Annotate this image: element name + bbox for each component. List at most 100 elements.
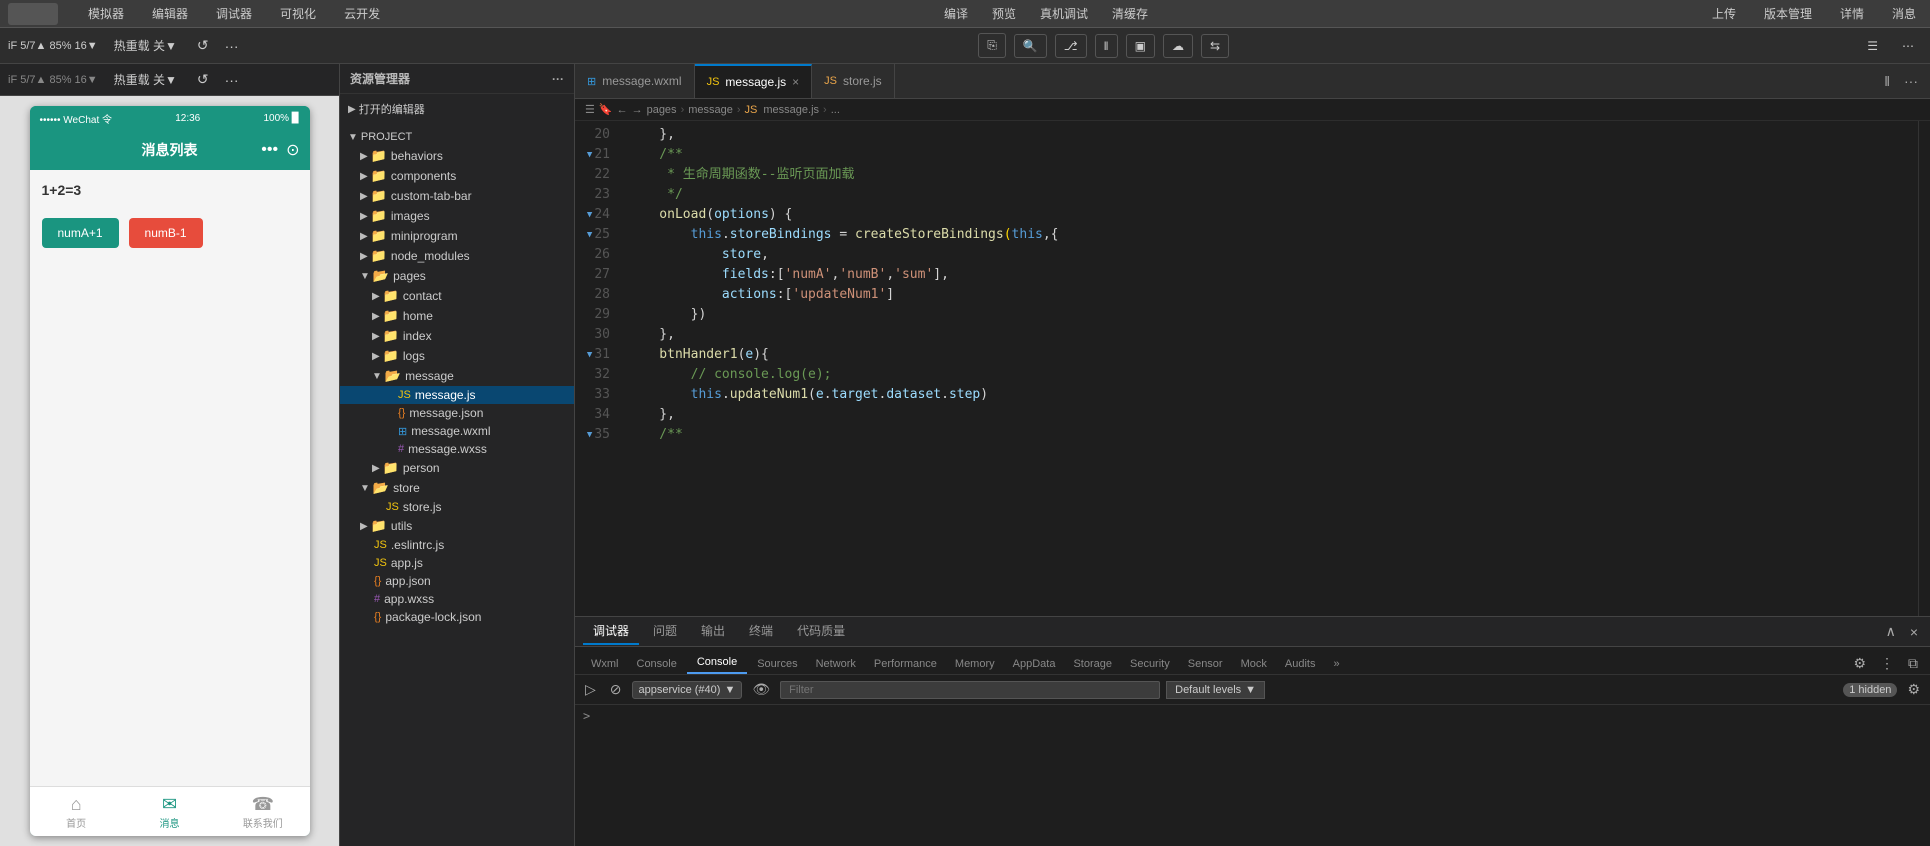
devtab-appdata[interactable]: AppData bbox=[1005, 654, 1064, 674]
devtab-memory[interactable]: Memory bbox=[947, 654, 1003, 674]
tree-scroll[interactable]: ▶ 打开的编辑器 ▼ PROJECT ▶ 📁 behaviors ▶ bbox=[340, 94, 574, 846]
tree-item-eslint[interactable]: JS .eslintrc.js bbox=[340, 536, 574, 554]
tab-terminal[interactable]: 终端 bbox=[739, 618, 783, 645]
menu-cloud[interactable]: 云开发 bbox=[338, 3, 386, 24]
btn-compile[interactable]: 编译 bbox=[938, 3, 974, 24]
devtab-audits[interactable]: Audits bbox=[1277, 654, 1324, 674]
devtools-settings-icon[interactable]: ⚙ bbox=[1849, 653, 1870, 674]
tree-item-person[interactable]: ▶ 📁 person bbox=[340, 458, 574, 478]
panel-close-btn[interactable]: × bbox=[1906, 621, 1922, 642]
btn-search[interactable]: 🔍 bbox=[1014, 34, 1047, 58]
tree-item-packagelock[interactable]: {} package-lock.json bbox=[340, 608, 574, 626]
btn-arrows[interactable]: ⇆ bbox=[1201, 34, 1229, 58]
devtab-storage[interactable]: Storage bbox=[1065, 654, 1120, 674]
tree-item-message-wxss[interactable]: # message.wxss bbox=[340, 440, 574, 458]
btn-cloud[interactable]: ☁ bbox=[1163, 34, 1193, 58]
editor-more-icon[interactable]: ··· bbox=[1900, 71, 1922, 91]
sim-nav-home[interactable]: ⌂ 首页 bbox=[30, 787, 123, 836]
btn-more-right[interactable]: ⋯ bbox=[1894, 35, 1922, 57]
tab-output[interactable]: 输出 bbox=[691, 618, 735, 645]
sim-dots-icon[interactable]: ••• bbox=[261, 141, 278, 159]
breadcrumb-forward[interactable]: → bbox=[632, 104, 643, 116]
hot-reload-btn[interactable]: 热重载 关▼ bbox=[106, 33, 185, 58]
console-filter-input[interactable] bbox=[780, 681, 1160, 699]
btn-upload[interactable]: 上传 bbox=[1706, 3, 1742, 24]
tab-js-close[interactable]: × bbox=[792, 75, 799, 89]
devtab-sensor[interactable]: Sensor bbox=[1180, 654, 1231, 674]
tree-project-header[interactable]: ▼ PROJECT bbox=[340, 128, 574, 146]
tree-item-message-json[interactable]: {} message.json bbox=[340, 404, 574, 422]
sim-btn-a[interactable]: numA+1 bbox=[42, 218, 119, 248]
devtab-console[interactable]: Console bbox=[629, 654, 685, 674]
btn-messages[interactable]: 消息 bbox=[1886, 3, 1922, 24]
tree-item-appwxss[interactable]: # app.wxss bbox=[340, 590, 574, 608]
devtab-console-active[interactable]: Console bbox=[687, 652, 747, 674]
tree-item-message-wxml[interactable]: ⊞ message.wxml bbox=[340, 422, 574, 440]
btn-layout[interactable]: ▣ bbox=[1126, 34, 1155, 58]
tree-item-logs[interactable]: ▶ 📁 logs bbox=[340, 346, 574, 366]
tree-item-appjson[interactable]: {} app.json bbox=[340, 572, 574, 590]
sim-btn-b[interactable]: numB-1 bbox=[129, 218, 203, 248]
tab-issues[interactable]: 问题 bbox=[643, 618, 687, 645]
menu-editor[interactable]: 编辑器 bbox=[146, 3, 194, 24]
devtools-more-icon[interactable]: ⋮ bbox=[1876, 653, 1898, 674]
btn-new-file[interactable]: ⎘ bbox=[978, 33, 1006, 58]
tree-open-header[interactable]: ▶ 打开的编辑器 bbox=[340, 98, 574, 120]
tree-item-nodemodules[interactable]: ▶ 📁 node_modules bbox=[340, 246, 574, 266]
panel-collapse-btn[interactable]: ∧ bbox=[1882, 621, 1900, 642]
breadcrumb-back[interactable]: ← bbox=[617, 104, 628, 116]
devtab-network[interactable]: Network bbox=[808, 654, 864, 674]
code-content[interactable]: }, /** * 生命周期函数--监听页面加载 */ onLoad(option… bbox=[620, 121, 1918, 616]
tree-item-message-folder[interactable]: ▼ 📂 message bbox=[340, 366, 574, 386]
btn-details[interactable]: 详情 bbox=[1834, 3, 1870, 24]
tab-message-js[interactable]: JS message.js × bbox=[695, 64, 813, 98]
devtab-more[interactable]: » bbox=[1325, 654, 1347, 674]
tree-item-appjs[interactable]: JS app.js bbox=[340, 554, 574, 572]
devtab-security[interactable]: Security bbox=[1122, 654, 1178, 674]
sim-nav-contact[interactable]: ☎ 联系我们 bbox=[216, 787, 309, 836]
btn-clear-cache[interactable]: 清缓存 bbox=[1106, 3, 1154, 24]
menu-simulator[interactable]: 模拟器 bbox=[82, 3, 130, 24]
sim-more-icon[interactable]: ··· bbox=[221, 68, 243, 92]
menu-debugger[interactable]: 调试器 bbox=[210, 3, 258, 24]
tree-item-utils[interactable]: ▶ 📁 utils bbox=[340, 516, 574, 536]
devtab-mock[interactable]: Mock bbox=[1233, 654, 1275, 674]
btn-device-debug[interactable]: 真机调试 bbox=[1034, 3, 1094, 24]
tree-item-store-js[interactable]: JS store.js bbox=[340, 498, 574, 516]
tree-item-store-folder[interactable]: ▼ 📂 store bbox=[340, 478, 574, 498]
tree-item-images[interactable]: ▶ 📁 images bbox=[340, 206, 574, 226]
editor-split-icon[interactable]: ‖ bbox=[1880, 71, 1894, 91]
devtools-expand-icon[interactable]: ⧉ bbox=[1904, 653, 1922, 674]
devtab-wxml[interactable]: Wxml bbox=[583, 654, 627, 674]
devtab-performance[interactable]: Performance bbox=[866, 654, 945, 674]
tree-item-miniprogram[interactable]: ▶ 📁 miniprogram bbox=[340, 226, 574, 246]
console-eye-icon[interactable]: 👁 bbox=[748, 679, 774, 700]
console-exec-icon[interactable]: ▷ bbox=[581, 679, 600, 700]
btn-panel-toggle[interactable]: ☰ bbox=[1859, 35, 1886, 57]
tree-item-home[interactable]: ▶ 📁 home bbox=[340, 306, 574, 326]
sim-record-icon[interactable]: ⊙ bbox=[286, 140, 299, 160]
tree-item-behaviors[interactable]: ▶ 📁 behaviors bbox=[340, 146, 574, 166]
tree-item-message-js[interactable]: JS message.js bbox=[340, 386, 574, 404]
tab-code-quality[interactable]: 代码质量 bbox=[787, 618, 855, 645]
sim-hot-reload-btn[interactable]: 热重载 关▼ bbox=[106, 67, 185, 92]
log-levels-btn[interactable]: Default levels ▼ bbox=[1166, 681, 1265, 699]
context-selector[interactable]: appservice (#40) ▼ bbox=[632, 681, 743, 699]
editor-scrollbar[interactable] bbox=[1918, 121, 1930, 616]
sim-nav-message[interactable]: ✉ 消息 bbox=[123, 787, 216, 836]
menu-visual[interactable]: 可视化 bbox=[274, 3, 322, 24]
btn-version-mgr[interactable]: 版本管理 bbox=[1758, 3, 1818, 24]
sim-refresh-icon[interactable]: ↺ bbox=[193, 67, 213, 92]
console-block-icon[interactable]: ⊘ bbox=[606, 679, 626, 700]
tab-debugger[interactable]: 调试器 bbox=[583, 618, 639, 645]
refresh-icon[interactable]: ↺ bbox=[193, 33, 213, 58]
tree-more-icon[interactable]: ··· bbox=[552, 72, 564, 86]
tab-message-wxml[interactable]: ⊞ message.wxml bbox=[575, 64, 695, 98]
devtab-sources[interactable]: Sources bbox=[749, 654, 805, 674]
tree-item-index[interactable]: ▶ 📁 index bbox=[340, 326, 574, 346]
tab-store-js[interactable]: JS store.js bbox=[812, 64, 895, 98]
btn-branch[interactable]: ⎇ bbox=[1055, 34, 1087, 58]
more-icon[interactable]: ··· bbox=[221, 34, 243, 58]
btn-split[interactable]: ‖ bbox=[1095, 34, 1118, 58]
tree-item-customtabbar[interactable]: ▶ 📁 custom-tab-bar bbox=[340, 186, 574, 206]
